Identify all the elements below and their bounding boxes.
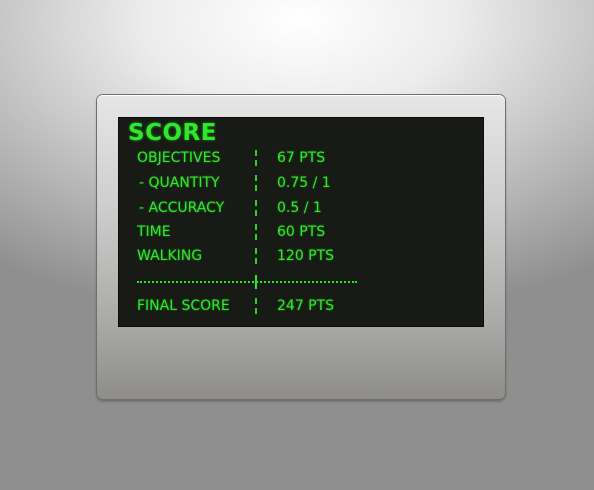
row-value: 67 PTS [277, 150, 326, 166]
row-value: 0.5 / 1 [277, 200, 322, 216]
score-row-objectives: OBJECTIVES 67 PTS [118, 146, 484, 170]
score-device: SCORE OBJECTIVES 67 PTS - QUANTITY 0.75 … [97, 95, 505, 399]
divider-tick [255, 275, 257, 289]
score-row-walking: WALKING 120 PTS [118, 244, 484, 268]
row-label: OBJECTIVES [137, 150, 221, 166]
column-separator [255, 200, 257, 216]
row-value: 0.75 / 1 [277, 175, 331, 191]
column-separator [255, 175, 257, 191]
column-separator [255, 248, 257, 264]
column-separator [255, 298, 257, 314]
total-divider [137, 275, 357, 289]
row-value: 120 PTS [277, 248, 335, 264]
column-separator [255, 224, 257, 240]
divider-line [137, 281, 357, 283]
row-label: WALKING [137, 248, 203, 264]
column-separator [255, 150, 257, 166]
score-row-time: TIME 60 PTS [118, 220, 484, 244]
score-title: SCORE [128, 120, 217, 146]
row-label: - QUANTITY [139, 175, 220, 191]
row-value: 60 PTS [277, 224, 326, 240]
final-score-label: FINAL SCORE [137, 298, 230, 314]
score-row-quantity: - QUANTITY 0.75 / 1 [118, 171, 484, 195]
score-screen: SCORE OBJECTIVES 67 PTS - QUANTITY 0.75 … [118, 117, 484, 327]
score-row-final: FINAL SCORE 247 PTS [118, 294, 484, 318]
row-label: TIME [137, 224, 171, 240]
final-score-value: 247 PTS [277, 298, 335, 314]
score-row-accuracy: - ACCURACY 0.5 / 1 [118, 196, 484, 220]
row-label: - ACCURACY [139, 200, 225, 216]
